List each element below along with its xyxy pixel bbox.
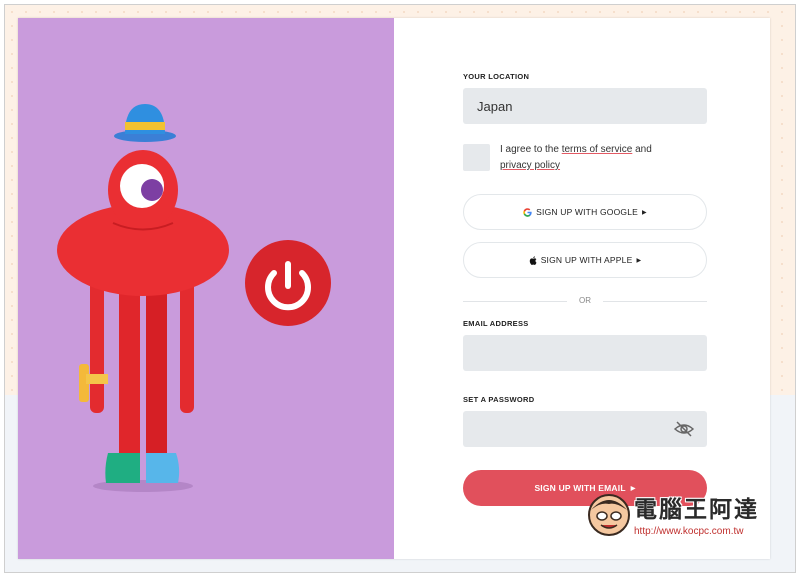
privacy-policy-link[interactable]: privacy policy	[500, 160, 560, 171]
email-field[interactable]	[463, 335, 707, 371]
caret-right-icon: ▶	[636, 257, 642, 264]
or-label: OR	[579, 296, 591, 305]
apple-signup-button[interactable]: SIGN UP WITH APPLE ▶	[463, 242, 707, 278]
password-label: SET A PASSWORD	[463, 395, 535, 404]
watermark-url: http://www.kocpc.com.tw	[634, 526, 744, 537]
red-character-illustration	[57, 104, 331, 492]
agree-middle: and	[632, 144, 652, 155]
google-button-label: SIGN UP WITH GOOGLE	[536, 207, 639, 217]
agree-text: I agree to the terms of service and priv…	[500, 142, 690, 174]
terms-of-service-link[interactable]: terms of service	[562, 144, 633, 155]
agree-prefix: I agree to the	[500, 144, 562, 155]
mascot-face-icon	[588, 494, 630, 536]
email-label: EMAIL ADDRESS	[463, 319, 529, 328]
caret-right-icon: ▶	[642, 209, 647, 216]
location-select[interactable]: Japan	[463, 88, 707, 124]
location-value: Japan	[477, 99, 513, 114]
or-divider: OR	[463, 296, 707, 308]
password-field[interactable]	[463, 411, 707, 447]
apple-icon	[529, 255, 537, 265]
hide-password-icon[interactable]	[673, 420, 695, 438]
google-icon	[523, 207, 532, 217]
apple-button-label: SIGN UP WITH APPLE	[540, 255, 633, 265]
mascot-illustration	[18, 18, 394, 559]
agree-checkbox[interactable]	[463, 144, 490, 171]
watermark-title: 電腦王阿達	[634, 497, 759, 523]
site-watermark: 電腦王阿達 http://www.kocpc.com.tw	[586, 488, 786, 550]
signup-form: YOUR LOCATION Japan I agree to the terms…	[394, 18, 770, 559]
location-label: YOUR LOCATION	[463, 72, 530, 81]
signup-card: YOUR LOCATION Japan I agree to the terms…	[18, 18, 770, 559]
google-signup-button[interactable]: SIGN UP WITH GOOGLE ▶	[463, 194, 707, 230]
